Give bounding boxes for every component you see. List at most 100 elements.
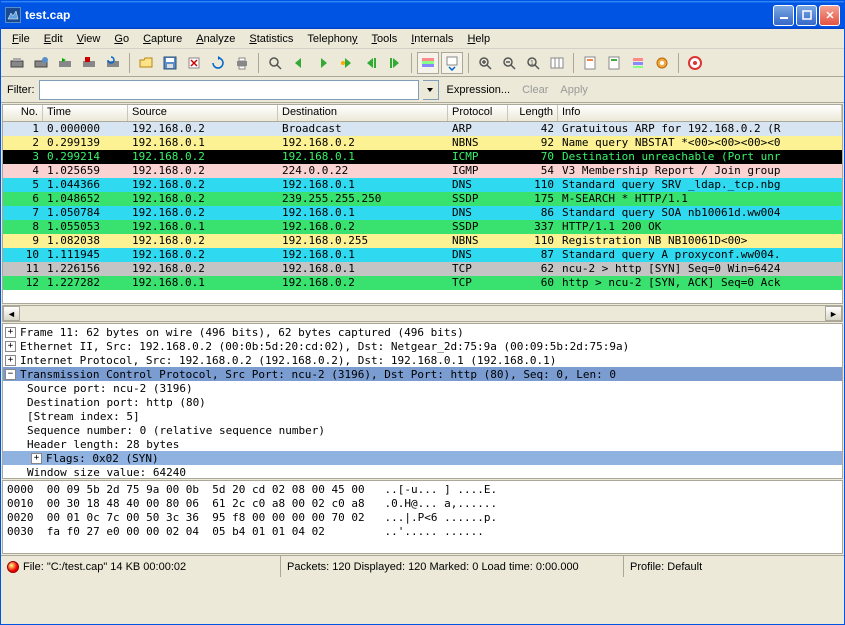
close-button[interactable] [819,5,840,26]
status-profile[interactable]: Profile: Default [624,556,844,577]
coloring-rules-icon[interactable] [627,52,649,74]
filter-input[interactable] [39,80,419,100]
menu-edit[interactable]: Edit [37,31,70,47]
menu-capture[interactable]: Capture [136,31,189,47]
expand-icon[interactable]: + [5,341,16,352]
col-destination[interactable]: Destination [278,105,448,121]
svg-text:1: 1 [530,60,534,67]
menu-statistics[interactable]: Statistics [242,31,300,47]
tree-frame: +Frame 11: 62 bytes on wire (496 bits), … [3,325,842,339]
display-filters-icon[interactable] [603,52,625,74]
resize-columns-icon[interactable] [546,52,568,74]
packet-list-body[interactable]: 10.000000192.168.0.2BroadcastARP42Gratui… [3,122,842,290]
open-icon[interactable] [135,52,157,74]
capture-filters-icon[interactable] [579,52,601,74]
col-no[interactable]: No. [3,105,43,121]
collapse-icon[interactable]: − [5,369,16,380]
packet-list-hscroll[interactable]: ◄ ► [2,305,843,322]
filter-dropdown-icon[interactable] [423,80,439,100]
menu-telephony[interactable]: Telephony [300,31,364,47]
tree-window-size: Window size value: 64240 [3,465,842,479]
find-icon[interactable] [264,52,286,74]
apply-button[interactable]: Apply [556,84,592,96]
filter-toolbar: Filter: Expression... Clear Apply [1,77,844,103]
table-row[interactable]: 61.048652192.168.0.2239.255.255.250SSDP1… [3,192,842,206]
autoscroll-icon[interactable] [441,52,463,74]
options-icon[interactable] [30,52,52,74]
col-source[interactable]: Source [128,105,278,121]
packet-bytes-pane[interactable]: 0000 00 09 5b 2d 75 9a 00 0b 5d 20 cd 02… [2,480,843,554]
app-icon [5,7,21,23]
close-file-icon[interactable] [183,52,205,74]
window-title: test.cap [25,8,773,22]
col-time[interactable]: Time [43,105,128,121]
go-back-icon[interactable] [288,52,310,74]
col-length[interactable]: Length [508,105,558,121]
interfaces-icon[interactable] [6,52,28,74]
table-row[interactable]: 121.227282192.168.0.1192.168.0.2TCP60htt… [3,276,842,290]
table-row[interactable]: 51.044366192.168.0.2192.168.0.1DNS110Sta… [3,178,842,192]
menu-tools[interactable]: Tools [365,31,405,47]
goto-first-icon[interactable] [360,52,382,74]
menu-view[interactable]: View [70,31,108,47]
table-row[interactable]: 111.226156192.168.0.2192.168.0.1TCP62ncu… [3,262,842,276]
stop-capture-icon[interactable] [78,52,100,74]
tree-ethernet: +Ethernet II, Src: 192.168.0.2 (00:0b:5d… [3,339,842,353]
tree-header-len: Header length: 28 bytes [3,437,842,451]
expand-icon[interactable]: + [5,355,16,366]
scroll-right-icon[interactable]: ► [825,306,842,321]
tree-flags: +Flags: 0x02 (SYN) [3,451,842,465]
table-row[interactable]: 91.082038192.168.0.2192.168.0.255NBNS110… [3,234,842,248]
tree-src-port: Source port: ncu-2 (3196) [3,381,842,395]
table-row[interactable]: 71.050784192.168.0.2192.168.0.1DNS86Stan… [3,206,842,220]
start-capture-icon[interactable] [54,52,76,74]
zoom-in-icon[interactable] [474,52,496,74]
packet-list-header: No. Time Source Destination Protocol Len… [3,105,842,122]
tree-stream-index: [Stream index: 5] [3,409,842,423]
restart-capture-icon[interactable] [102,52,124,74]
col-info[interactable]: Info [558,105,842,121]
save-icon[interactable] [159,52,181,74]
statusbar: File: "C:/test.cap" 14 KB 00:00:02 Packe… [1,555,844,577]
table-row[interactable]: 101.111945192.168.0.2192.168.0.1DNS87Sta… [3,248,842,262]
menu-internals[interactable]: Internals [404,31,460,47]
minimize-button[interactable] [773,5,794,26]
scroll-left-icon[interactable]: ◄ [3,306,20,321]
col-protocol[interactable]: Protocol [448,105,508,121]
colorize-icon[interactable] [417,52,439,74]
goto-last-icon[interactable] [384,52,406,74]
menu-analyze[interactable]: Analyze [189,31,242,47]
expression-button[interactable]: Expression... [443,84,515,96]
main-toolbar: 1 [1,49,844,77]
tree-tcp: −Transmission Control Protocol, Src Port… [3,367,842,381]
table-row[interactable]: 30.299214192.168.0.2192.168.0.1ICMP70Des… [3,150,842,164]
clear-button[interactable]: Clear [518,84,552,96]
zoom-normal-icon[interactable]: 1 [522,52,544,74]
table-row[interactable]: 10.000000192.168.0.2BroadcastARP42Gratui… [3,122,842,136]
status-packets: Packets: 120 Displayed: 120 Marked: 0 Lo… [281,556,624,577]
table-row[interactable]: 20.299139192.168.0.1192.168.0.2NBNS92Nam… [3,136,842,150]
packet-details-pane[interactable]: +Frame 11: 62 bytes on wire (496 bits), … [2,323,843,479]
expert-info-icon[interactable] [7,561,19,573]
go-forward-icon[interactable] [312,52,334,74]
packet-list-pane: No. Time Source Destination Protocol Len… [2,104,843,304]
zoom-out-icon[interactable] [498,52,520,74]
maximize-button[interactable] [796,5,817,26]
menu-go[interactable]: Go [107,31,136,47]
tree-seq-num: Sequence number: 0 (relative sequence nu… [3,423,842,437]
goto-packet-icon[interactable] [336,52,358,74]
filter-label: Filter: [7,84,35,96]
print-icon[interactable] [231,52,253,74]
expand-icon[interactable]: + [31,453,42,464]
menu-help[interactable]: Help [460,31,497,47]
preferences-icon[interactable] [651,52,673,74]
menu-file[interactable]: File [5,31,37,47]
table-row[interactable]: 41.025659192.168.0.2224.0.0.22IGMP54V3 M… [3,164,842,178]
expand-icon[interactable]: + [5,327,16,338]
menubar: File Edit View Go Capture Analyze Statis… [1,29,844,49]
table-row[interactable]: 81.055053192.168.0.1192.168.0.2SSDP337HT… [3,220,842,234]
tree-ip: +Internet Protocol, Src: 192.168.0.2 (19… [3,353,842,367]
status-file: File: "C:/test.cap" 14 KB 00:00:02 [1,556,281,577]
reload-icon[interactable] [207,52,229,74]
help-icon[interactable] [684,52,706,74]
